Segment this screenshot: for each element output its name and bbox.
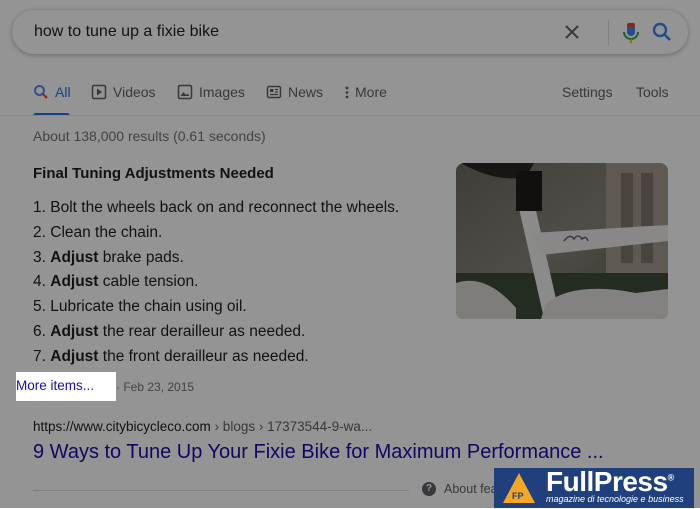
result-url[interactable]: https://www.citybicycleco.com › blogs › … (33, 419, 372, 434)
featured-snippet-steps: 1. Bolt the wheels back on and reconnect… (33, 197, 399, 371)
video-icon (91, 84, 107, 100)
more-items-link[interactable]: More items... (16, 378, 94, 393)
search-bar[interactable]: how to tune up a fixie bike (12, 10, 688, 54)
tab-more[interactable]: More (344, 80, 387, 116)
list-item: 6. Adjust the rear derailleur as needed. (33, 322, 306, 340)
list-item: 3. Adjust brake pads. (33, 248, 184, 266)
snippet-date: · Feb 23, 2015 (116, 380, 195, 394)
mic-icon[interactable] (620, 21, 642, 45)
list-item: 7. Adjust the front derailleur as needed… (33, 347, 309, 365)
clear-icon[interactable] (560, 20, 584, 44)
result-title-link[interactable]: 9 Ways to Tune Up Your Fixie Bike for Ma… (33, 441, 604, 464)
search-icon (33, 84, 49, 100)
tab-tools[interactable]: Tools (636, 80, 669, 116)
tabs-divider (0, 115, 700, 116)
news-icon (266, 84, 282, 100)
watermark-tagline: magazine di tecnologie e business (546, 494, 684, 504)
snippet-bike-image[interactable] (456, 163, 668, 319)
svg-text:FP: FP (512, 491, 524, 501)
snippet-divider (33, 490, 409, 491)
more-vert-icon (344, 84, 350, 100)
tab-tools-label: Tools (636, 84, 669, 100)
search-results-page: how to tune up a fixie bike All Videos I… (0, 0, 700, 508)
tab-videos-label: Videos (113, 84, 156, 100)
list-item: 4. Adjust cable tension. (33, 273, 199, 291)
fullpress-logo-icon: FP (502, 472, 536, 504)
tab-more-label: More (355, 84, 387, 100)
tab-all-label: All (55, 84, 71, 100)
search-input[interactable]: how to tune up a fixie bike (34, 23, 219, 41)
list-item: 2. Clean the chain. (33, 223, 163, 241)
search-bar-separator (608, 20, 609, 46)
tab-all[interactable]: All (33, 80, 71, 116)
search-icon[interactable] (650, 20, 674, 44)
tab-images-label: Images (199, 84, 245, 100)
tab-news[interactable]: News (266, 80, 323, 116)
featured-snippet-title: Final Tuning Adjustments Needed (33, 165, 274, 182)
search-tabs: All Videos Images News More Settings Too… (0, 80, 700, 116)
tab-news-label: News (288, 84, 324, 100)
list-item: 5. Lubricate the chain using oil. (33, 298, 247, 316)
image-icon (177, 84, 193, 100)
help-icon[interactable]: ? (422, 482, 436, 496)
tab-images[interactable]: Images (177, 80, 245, 116)
result-stats: About 138,000 results (0.61 seconds) (33, 128, 266, 144)
tab-videos[interactable]: Videos (91, 80, 156, 116)
about-featured-snippets-link[interactable]: About fea (444, 482, 498, 496)
list-item: 1. Bolt the wheels back on and reconnect… (33, 199, 400, 216)
tab-settings-label: Settings (562, 84, 613, 100)
tab-settings[interactable]: Settings (562, 80, 613, 116)
fullpress-watermark: FP FullPress® magazine di tecnologie e b… (494, 466, 694, 508)
